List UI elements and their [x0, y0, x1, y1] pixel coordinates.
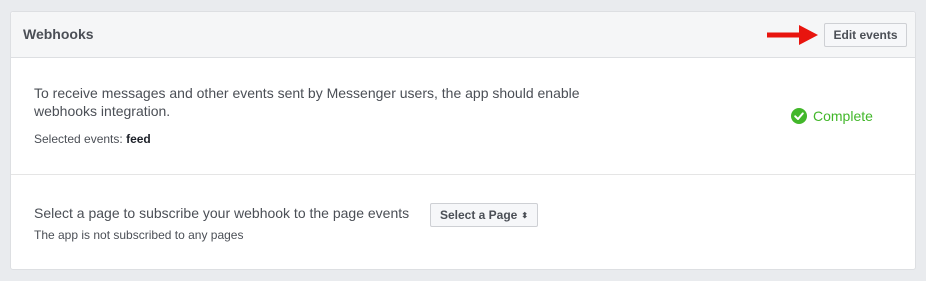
- webhooks-description: To receive messages and other events sen…: [34, 85, 580, 119]
- selected-events-label: Selected events:: [34, 132, 123, 146]
- arrow-right-icon: [767, 25, 818, 45]
- check-circle-icon: [791, 108, 807, 124]
- select-page-dropdown[interactable]: Select a Page ⬍: [430, 203, 538, 227]
- select-page-label: Select a Page: [439, 208, 518, 222]
- status-badge: Complete: [791, 107, 873, 125]
- selected-events-value: feed: [126, 132, 151, 146]
- webhooks-panel: Webhooks Edit events To receive messages…: [10, 11, 916, 270]
- panel-header: Webhooks Edit events: [11, 12, 915, 58]
- subscription-status: The app is not subscribed to any pages: [34, 228, 244, 242]
- status-text: Complete: [813, 108, 873, 124]
- edit-events-button[interactable]: Edit events: [824, 23, 907, 47]
- panel-title: Webhooks: [23, 26, 94, 42]
- subscription-prompt: Select a page to subscribe your webhook …: [34, 205, 410, 221]
- webhooks-integration-section: To receive messages and other events sen…: [11, 58, 915, 175]
- page-subscription-section: Select a page to subscribe your webhook …: [11, 175, 915, 269]
- sort-caret-icon: ⬍: [521, 211, 529, 220]
- selected-events: Selected events: feed: [34, 132, 151, 146]
